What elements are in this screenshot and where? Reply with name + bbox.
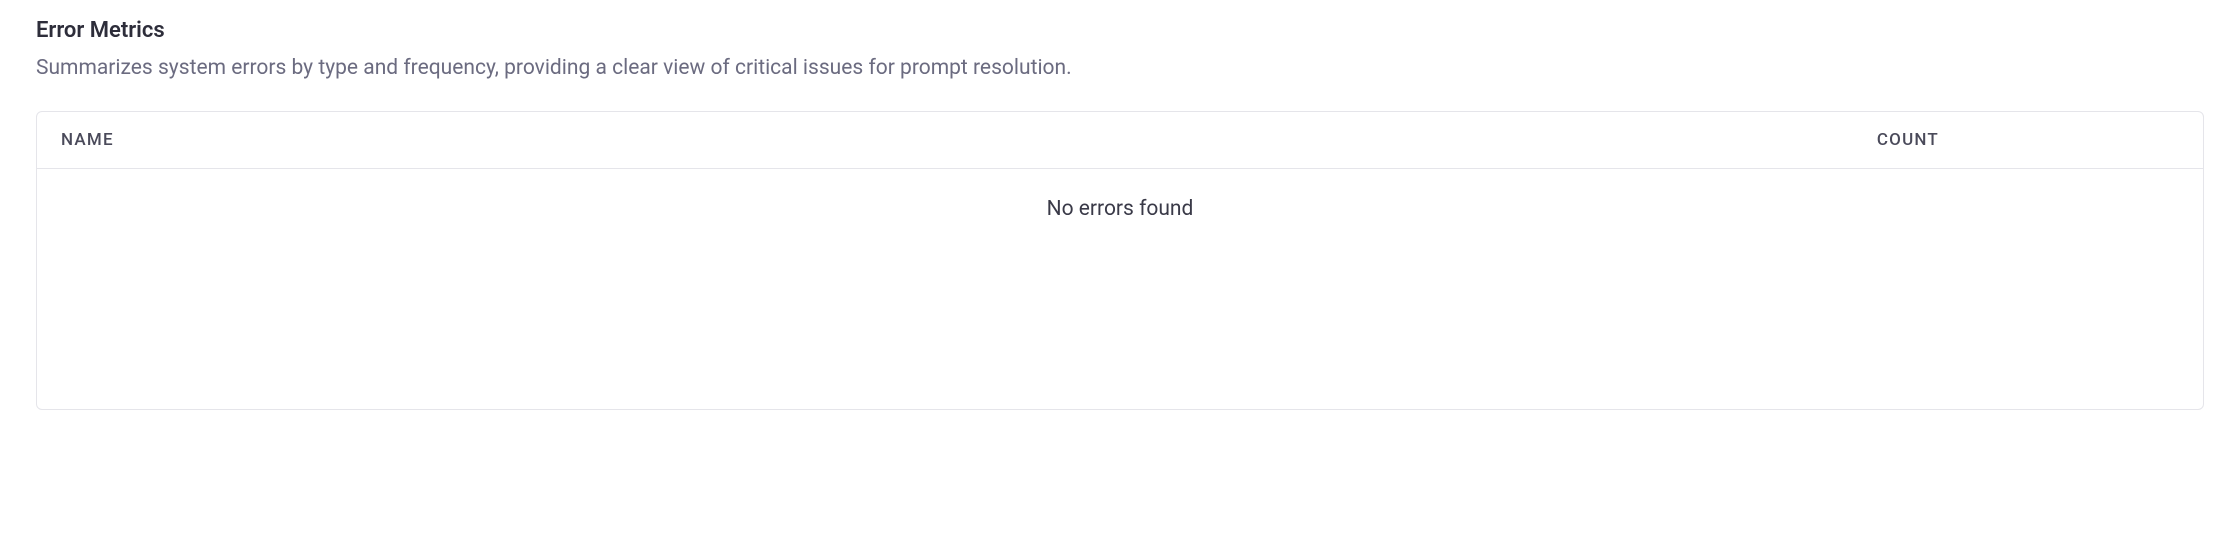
empty-state-message: No errors found <box>1047 197 1194 221</box>
table-empty-state: No errors found <box>37 169 2203 409</box>
column-header-name: NAME <box>61 130 1877 150</box>
error-metrics-table: NAME COUNT No errors found <box>36 111 2204 410</box>
column-header-count: COUNT <box>1877 130 2179 150</box>
section-description: Summarizes system errors by type and fre… <box>36 53 2204 85</box>
section-title: Error Metrics <box>36 18 2204 43</box>
table-header-row: NAME COUNT <box>37 112 2203 169</box>
